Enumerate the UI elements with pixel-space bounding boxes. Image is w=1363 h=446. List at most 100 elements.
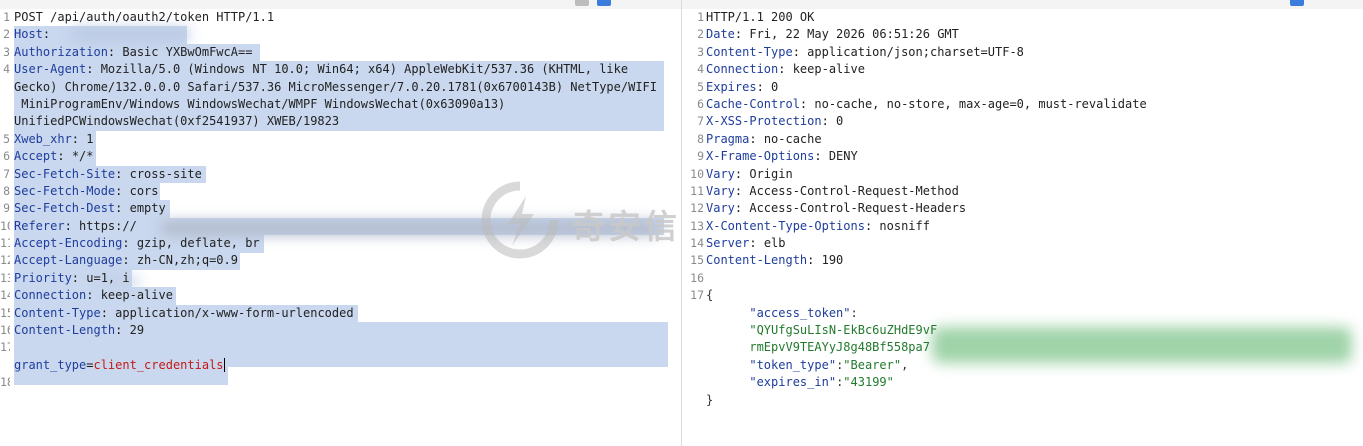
body-param-name: grant_type [14,357,87,372]
text-cursor [223,358,225,373]
json-open-line: { [706,287,1356,304]
header-line: Xweb_xhr: 1 [14,131,94,146]
qianxin-logo-icon [481,181,559,259]
header-line: Authorization: Basic YXBwOmFwcA== [14,44,253,59]
line-number: 9 [697,149,704,164]
json-access-token-value-2: rmEpvV9TEAYyJ8g48Bf558pa7 [749,340,930,355]
request-body-line[interactable]: grant_type=client_credentials [14,357,664,374]
header-value: 190 [821,253,844,268]
status-line-text: HTTP/1.1 200 OK [706,10,815,24]
header-line: Connection: keep-alive [706,62,865,77]
header-name: Expires [706,79,757,94]
header-line: Accept-Language: zh-CN,zh;q=0.9 [14,253,238,268]
line-number [0,113,10,130]
line-number: 6 [3,149,10,164]
line-number: 2 [697,27,704,42]
line-number: 13 [690,218,704,233]
header-name: Accept [14,149,58,164]
header-value: empty [129,201,166,216]
header-line: Vary: Access-Control-Request-Method [706,183,959,198]
header-value: Access-Control-Request-Headers [749,201,967,216]
header-name: Sec-Fetch-Mode [14,183,116,198]
search-icon[interactable] [575,0,589,6]
header-value: DENY [828,149,858,164]
response-pane[interactable]: 1 2 3 4 5 6 7 8 9 10 11 12 13 14 15 16 17 HTTP/1.1 200 O… [682,9,1363,446]
header-name: X-Content-Type-Options [706,218,865,233]
header-value: Basic YXBwOmFwcA== [122,44,253,59]
header-value: Fri, 22 May 2026 06:51:26 GMT [749,27,959,42]
line-number: 11 [690,183,704,198]
header-line: X-Frame-Options: DENY [706,149,858,164]
header-value: application/json;charset=UTF-8 [807,44,1024,59]
line-number: 8 [3,183,10,198]
line-number [0,357,10,374]
response-editor[interactable]: HTTP/1.1 200 OK Date: Fri, 22 May 2026 0… [706,9,1356,409]
header-line: Connection: keep-alive [14,288,173,303]
line-number: 11 [0,236,10,251]
request-line-text: POST /api/auth/oauth2/token HTTP/1.1 [14,10,275,24]
header-value: Origin [749,166,793,181]
line-number: 14 [690,236,704,251]
header-line: X-Content-Type-Options: nosniff [706,218,930,233]
header-name: Accept-Language [14,253,123,268]
header-name: Sec-Fetch-Dest [14,201,116,216]
header-value: MiniProgramEnv/Windows WindowsWechat/WMP… [14,96,506,111]
header-line: Priority: u=1, i [14,270,130,285]
settings-icon-response[interactable] [1290,0,1304,6]
header-name: Date [706,27,735,42]
header-line: Cache-Control: no-cache, no-store, max-a… [706,96,1147,111]
header-name: User-Agent [14,62,87,77]
settings-icon[interactable] [597,0,611,6]
header-line: Content-Length: 190 [706,253,844,268]
json-line: "token_type":"Bearer", [749,357,909,372]
json-key-access-token: "access_token" [749,305,851,320]
line-number: 1 [697,10,704,24]
json-access-token-value-1: "QYUfgSuLIsN-EkBc6uZHdE9vF [749,323,938,338]
json-line: rmEpvV9TEAYyJ8g48Bf558pa7 [706,339,1356,356]
header-line: Referer: https:// [14,218,137,233]
line-number: 15 [690,253,704,268]
header-value: 0 [836,114,844,129]
line-number: 1 [3,10,10,24]
line-number: 2 [3,27,10,42]
json-expires-in-value: "43199" [843,375,894,390]
header-value: Gecko) Chrome/132.0.0.0 Safari/537.36 Mi… [14,79,657,94]
line-number [0,79,10,96]
header-name: Connection [706,62,779,77]
request-line-gutter: 123456789101112131415161718 [0,9,12,446]
line-number: 12 [0,253,10,268]
header-value: keep-alive [792,62,865,77]
header-line: User-Agent: Mozilla/5.0 (Windows NT 10.0… [14,62,629,77]
header-value: 1 [86,131,94,146]
header-name: Vary [706,183,735,198]
header-line: Gecko) Chrome/132.0.0.0 Safari/537.36 Mi… [14,79,664,96]
watermark-text: 奇安信 [572,207,680,246]
header-name: Priority [14,270,72,285]
line-number: 4 [3,62,10,77]
json-key-expires-in: "expires_in" [749,375,837,390]
header-value: gzip, deflate, br [136,236,260,251]
header-value: cross-site [129,166,202,181]
header-line: UnifiedPCWindowsWechat(0xf2541937) XWEB/… [14,113,664,130]
header-value: zh-CN,zh;q=0.9 [136,253,238,268]
header-line: Accept: */* [14,149,94,164]
header-name: Sec-Fetch-Site [14,166,116,181]
header-value: Access-Control-Request-Method [749,183,959,198]
header-name: Host [14,27,43,42]
line-number: 16 [690,270,704,285]
request-editor[interactable]: POST /api/auth/oauth2/token HTTP/1.1 Hos… [14,9,664,374]
header-name: Content-Length [706,253,808,268]
line-number: 4 [697,62,704,77]
header-value: no-cache, no-store, max-age=0, must-reva… [814,96,1147,111]
header-line: X-XSS-Protection: 0 [706,114,844,129]
line-number: 10 [0,218,10,233]
header-line: MiniProgramEnv/Windows WindowsWechat/WMP… [14,96,664,113]
header-line: Expires: 0 [706,79,779,94]
line-number: 14 [0,288,10,303]
json-line: "QYUfgSuLIsN-EkBc6uZHdE9vF [706,322,1356,339]
header-line: Accept-Encoding: gzip, deflate, br [14,236,260,251]
request-view-tabs[interactable] [6,0,44,5]
header-name: Content-Type [14,305,101,320]
line-number: 3 [3,44,10,59]
